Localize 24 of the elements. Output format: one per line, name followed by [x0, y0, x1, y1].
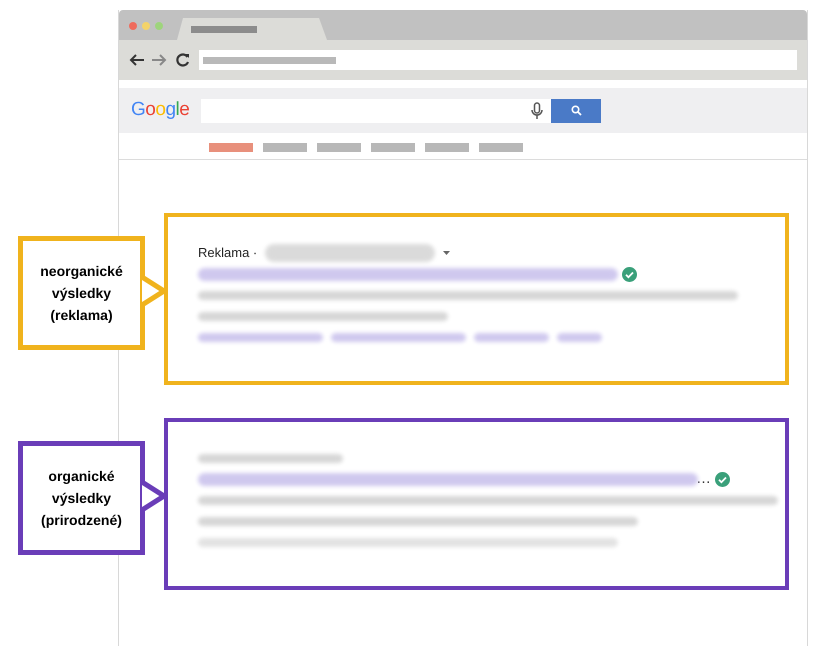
callout-text: organické výsledky (prirodzené) — [40, 467, 123, 530]
microphone-icon[interactable] — [531, 102, 544, 120]
ellipsis: … — [696, 468, 711, 489]
back-icon[interactable] — [129, 54, 145, 66]
nav-tab[interactable] — [479, 142, 523, 152]
address-field[interactable] — [199, 50, 797, 70]
google-logo: Google — [131, 98, 190, 122]
blurred-text — [557, 332, 602, 342]
nav-tab[interactable] — [371, 142, 415, 152]
close-window-icon[interactable] — [129, 22, 137, 30]
nav-tab[interactable] — [317, 142, 361, 152]
callout-text: neorganické výsledky (reklama) — [39, 262, 124, 325]
maximize-window-icon[interactable] — [155, 22, 163, 30]
nav-tab[interactable] — [209, 142, 253, 152]
search-field[interactable] — [201, 98, 552, 122]
reload-icon[interactable] — [176, 53, 190, 67]
nav-tab[interactable] — [263, 142, 307, 152]
nav-tab[interactable] — [425, 142, 469, 152]
forward-icon[interactable] — [151, 54, 167, 66]
dropdown-caret-icon[interactable] — [443, 251, 450, 255]
search-button[interactable] — [551, 98, 602, 122]
ad-label: Reklama · — [198, 244, 258, 262]
minimize-window-icon[interactable] — [142, 22, 150, 30]
search-icon — [570, 105, 582, 116]
